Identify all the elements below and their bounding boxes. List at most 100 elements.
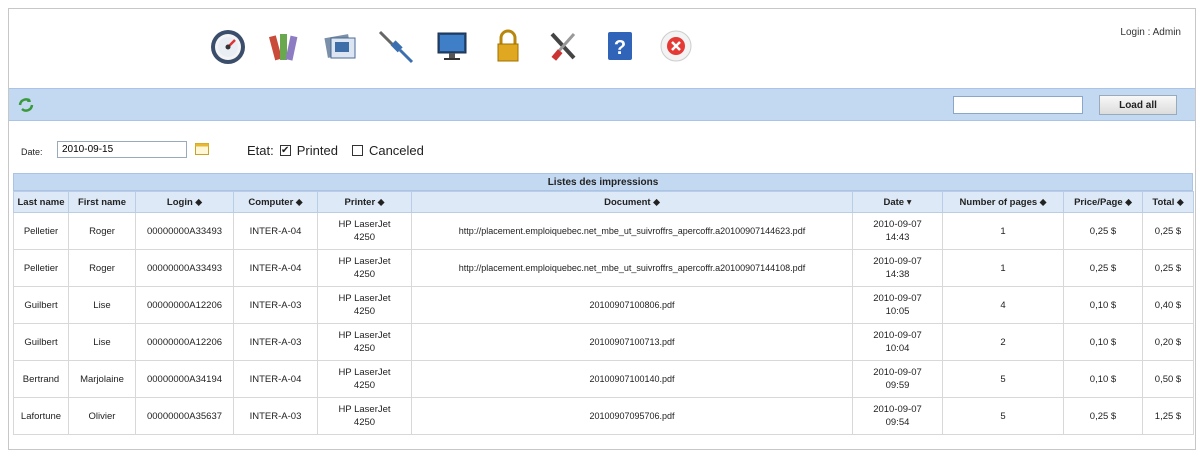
cell-printer-text: HP LaserJet	[338, 293, 391, 304]
cell-login: 00000000A12206	[135, 323, 234, 361]
table-row[interactable]: Bertrand Marjolaine 00000000A34194 INTER-A-…	[13, 360, 1194, 398]
cell-printer-text: 4250	[353, 417, 376, 428]
table-row[interactable]: Lafortune Olivier 00000000A35637 INTER-A-03…	[13, 397, 1194, 435]
cell-price-text: 0,25 $	[1089, 225, 1117, 237]
cell-total-text: 0,50 $	[1154, 373, 1182, 385]
lock-icon[interactable]	[485, 23, 531, 69]
cell-printer: HP LaserJet 4250	[317, 286, 412, 324]
cell-total: 0,50 $	[1142, 360, 1194, 398]
cell-last-name-text: Pelletier	[23, 225, 59, 237]
cell-computer-text: INTER-A-04	[249, 225, 302, 237]
filters: Date: Etat: ✔ Printed Canceled	[9, 133, 1195, 163]
cell-first-name: Roger	[68, 212, 136, 250]
cell-printer: HP LaserJet 4250	[317, 397, 412, 435]
cell-document-text: 20100907100713.pdf	[589, 336, 675, 347]
refresh-icon[interactable]	[17, 96, 35, 114]
cell-first-name-text: Olivier	[88, 410, 116, 422]
table-row[interactable]: Guilbert Lise 00000000A12206 INTER-A-03 HP L…	[13, 323, 1194, 361]
folders-icon[interactable]	[317, 23, 363, 69]
cell-price: 0,25 $	[1063, 249, 1143, 287]
cell-login-text: 00000000A33493	[146, 225, 223, 237]
cell-date-text: 14:43	[885, 232, 910, 243]
cell-total: 0,25 $	[1142, 212, 1194, 250]
cell-login: 00000000A34194	[135, 360, 234, 398]
app-frame: ? Login : Admin Load all Date: Etat: ✔ P…	[8, 8, 1196, 450]
cell-first-name: Lise	[68, 286, 136, 324]
cell-pages: 1	[942, 212, 1064, 250]
cell-document: 20100907100140.pdf	[411, 360, 853, 398]
cell-first-name: Lise	[68, 323, 136, 361]
cell-date-text: 10:05	[885, 306, 910, 317]
cell-printer: HP LaserJet 4250	[317, 249, 412, 287]
dashboard-icon[interactable]	[205, 23, 251, 69]
cell-document: 20100907100713.pdf	[411, 323, 853, 361]
table-row[interactable]: Pelletier Roger 00000000A33493 INTER-A-04 HP…	[13, 212, 1194, 250]
cell-price-text: 0,10 $	[1089, 373, 1117, 385]
cell-first-name-text: Marjolaine	[80, 373, 124, 385]
cell-total: 1,25 $	[1142, 397, 1194, 435]
cell-printer: HP LaserJet 4250	[317, 360, 412, 398]
cell-login-text: 00000000A34194	[146, 373, 223, 385]
printed-checkbox[interactable]: ✔	[279, 145, 291, 156]
cell-login-text: 00000000A12206	[146, 336, 223, 348]
etat-filter: Etat: ✔ Printed Canceled	[247, 143, 424, 158]
cell-date-text: 09:54	[885, 417, 910, 428]
cell-login-text: 00000000A33493	[146, 262, 223, 274]
calendar-icon[interactable]	[195, 143, 209, 155]
cell-pages: 1	[942, 249, 1064, 287]
icon-toolbar: ?	[205, 23, 699, 69]
toolbar: ? Login : Admin	[9, 9, 1195, 87]
cell-document: http://placement.emploiquebec.net_mbe_ut…	[411, 212, 853, 250]
cell-price: 0,10 $	[1063, 360, 1143, 398]
cell-date-text: 14:38	[885, 269, 910, 280]
cell-total: 0,25 $	[1142, 249, 1194, 287]
table-row[interactable]: Guilbert Lise 00000000A12206 INTER-A-03 HP L…	[13, 286, 1194, 324]
cell-total: 0,40 $	[1142, 286, 1194, 324]
cell-last-name: Lafortune	[13, 397, 69, 435]
etat-label: Etat:	[247, 143, 274, 158]
cell-date-text: 2010-09-07	[873, 293, 922, 304]
col-total[interactable]: Total ⬥	[1142, 191, 1194, 213]
col-login[interactable]: Login ⬥	[135, 191, 234, 213]
cell-date: 2010-09-07 09:59	[852, 360, 943, 398]
canceled-checkbox[interactable]	[351, 145, 363, 156]
cell-document-text: 20100907095706.pdf	[589, 410, 675, 421]
monitor-icon[interactable]	[429, 23, 475, 69]
cell-first-name-text: Roger	[89, 225, 115, 237]
cell-login: 00000000A33493	[135, 249, 234, 287]
login-text: Login : Admin	[1120, 27, 1181, 38]
cell-first-name: Roger	[68, 249, 136, 287]
load-all-button[interactable]: Load all	[1099, 95, 1177, 115]
col-price[interactable]: Price/Page ⬥	[1063, 191, 1143, 213]
col-computer[interactable]: Computer ⬥	[233, 191, 318, 213]
cell-first-name-text: Roger	[89, 262, 115, 274]
col-pages[interactable]: Number of pages ⬥	[942, 191, 1064, 213]
cell-first-name-text: Lise	[93, 336, 111, 348]
col-date[interactable]: Date ▾	[852, 191, 943, 213]
cell-printer-text: 4250	[353, 343, 376, 354]
cable-icon[interactable]	[373, 23, 419, 69]
svg-text:?: ?	[614, 37, 626, 59]
cell-date-text: 09:59	[885, 380, 910, 391]
table-row[interactable]: Pelletier Roger 00000000A33493 INTER-A-04 HP…	[13, 249, 1194, 287]
search-input[interactable]	[953, 96, 1083, 114]
col-document[interactable]: Document ⬥	[411, 191, 853, 213]
cell-date: 2010-09-07 14:43	[852, 212, 943, 250]
cell-date: 2010-09-07 10:05	[852, 286, 943, 324]
tools-icon[interactable]	[541, 23, 587, 69]
col-last-name: Last name	[13, 191, 69, 213]
date-input[interactable]	[57, 141, 187, 158]
cell-price-text: 0,10 $	[1089, 336, 1117, 348]
close-icon[interactable]	[653, 23, 699, 69]
col-printer[interactable]: Printer ⬥	[317, 191, 412, 213]
cell-printer: HP LaserJet 4250	[317, 212, 412, 250]
cell-document-text: 20100907100806.pdf	[589, 299, 675, 310]
help-icon[interactable]: ?	[597, 23, 643, 69]
books-icon[interactable]	[261, 23, 307, 69]
table-caption: Listes des impressions	[13, 173, 1193, 191]
cell-date-text: 2010-09-07	[873, 330, 922, 341]
canceled-label: Canceled	[368, 143, 424, 158]
cell-total-text: 0,25 $	[1154, 262, 1182, 274]
cell-first-name: Olivier	[68, 397, 136, 435]
cell-computer: INTER-A-04	[233, 212, 318, 250]
